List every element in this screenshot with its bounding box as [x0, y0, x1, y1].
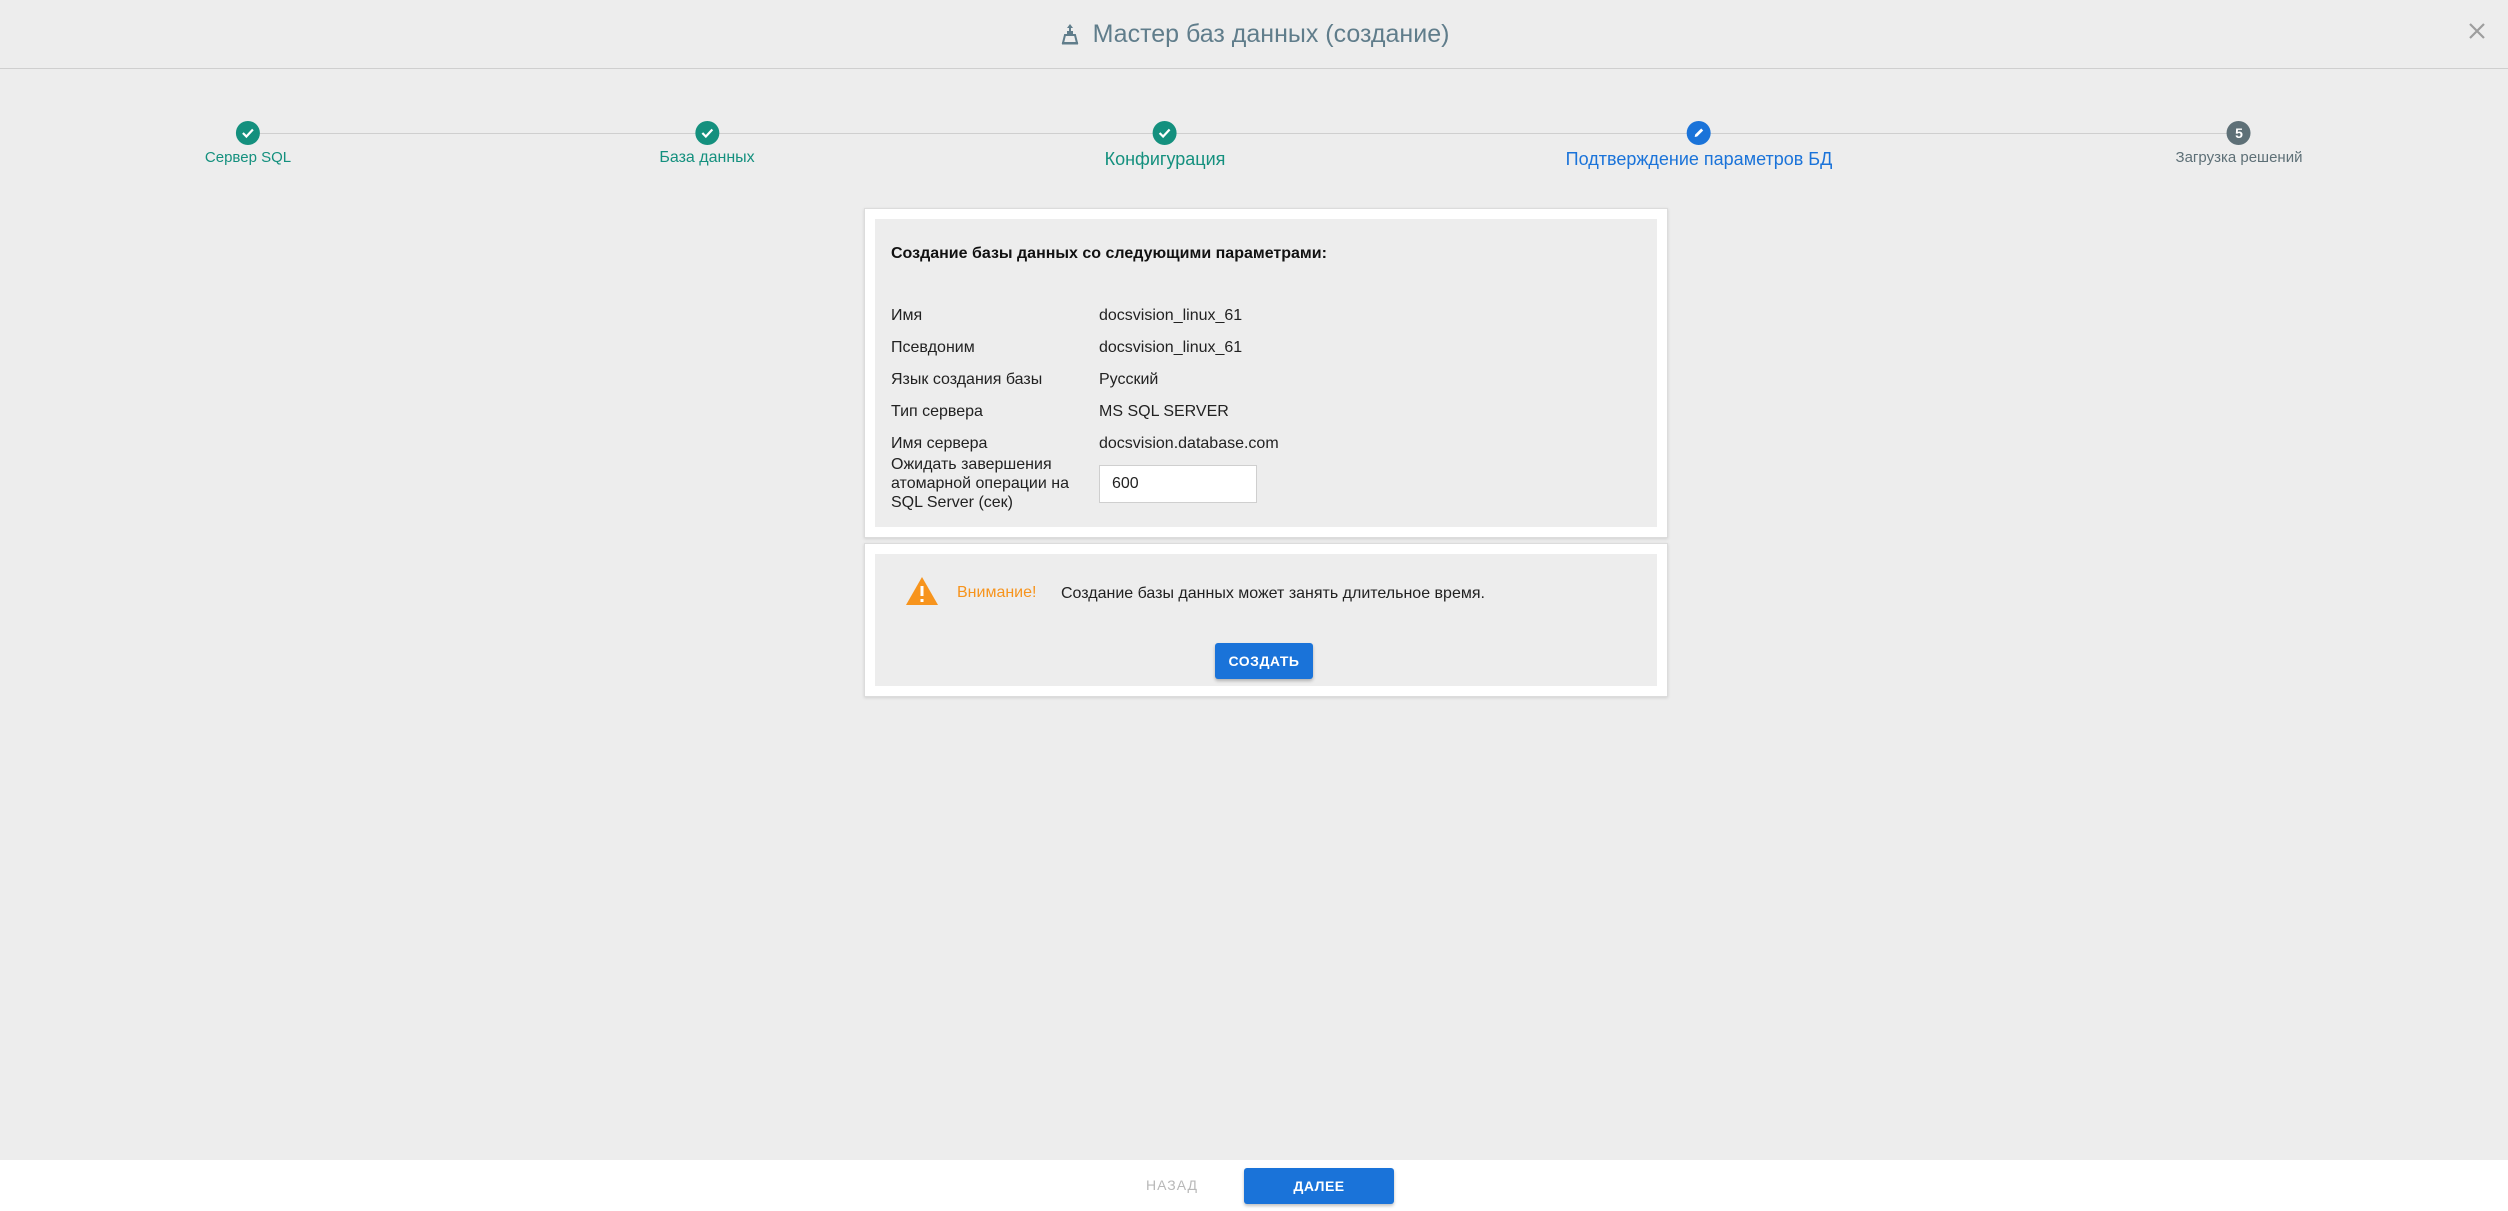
- edit-pencil-icon: [1687, 121, 1711, 145]
- back-button[interactable]: НАЗАД: [1140, 1176, 1204, 1194]
- step-label: Подтверждение параметров БД: [1565, 149, 1833, 169]
- param-key: Псевдоним: [891, 339, 975, 356]
- step-confirm-params[interactable]: Подтверждение параметров БД: [1565, 121, 1833, 170]
- params-card: Создание базы данных со следующими парам…: [864, 208, 1668, 538]
- param-value: Русский: [1099, 371, 1159, 388]
- step-label: Загрузка решений: [2175, 149, 2303, 166]
- timeout-row: Ожидать завершения атомарной операции на…: [891, 455, 1257, 512]
- param-key: Тип сервера: [891, 403, 983, 420]
- warning-panel: Внимание! Создание базы данных может зан…: [875, 554, 1657, 686]
- param-key: Имя сервера: [891, 435, 988, 452]
- step-sql-server[interactable]: Сервер SQL: [205, 121, 291, 166]
- wizard-icon: [1059, 22, 1081, 46]
- check-icon: [695, 121, 719, 145]
- step-number: 5: [2227, 121, 2251, 145]
- step-label: Сервер SQL: [204, 149, 292, 166]
- param-value: docsvision.database.com: [1099, 435, 1279, 452]
- stepper-line: [248, 133, 2240, 134]
- wizard-stepper: Сервер SQL База данных Конфигурация Подт…: [0, 118, 2508, 178]
- param-row: Язык создания базы Русский: [891, 371, 1158, 389]
- dialog-footer: НАЗАД ДАЛЕЕ: [0, 1160, 2508, 1211]
- title-wrap: Мастер баз данных (создание): [1059, 19, 1450, 49]
- step-label: База данных: [659, 149, 755, 166]
- check-icon: [1152, 121, 1177, 145]
- timeout-input[interactable]: [1099, 464, 1257, 503]
- close-icon[interactable]: [2460, 14, 2494, 48]
- create-button[interactable]: СОЗДАТЬ: [1215, 643, 1313, 679]
- param-key: Язык создания базы: [891, 371, 1043, 388]
- check-icon: [236, 121, 260, 145]
- param-value: docsvision_linux_61: [1099, 307, 1243, 324]
- param-row: Имя сервера docsvision.database.com: [891, 435, 1279, 453]
- dialog-header: Мастер баз данных (создание): [0, 0, 2508, 69]
- warning-text: Создание базы данных может занять длител…: [1061, 585, 1485, 602]
- param-value: docsvision_linux_61: [1099, 339, 1243, 356]
- param-row: Псевдоним docsvision_linux_61: [891, 339, 1242, 357]
- step-configuration[interactable]: Конфигурация: [1104, 121, 1226, 170]
- param-value: MS SQL SERVER: [1099, 403, 1229, 420]
- params-heading: Создание базы данных со следующими парам…: [891, 245, 1327, 262]
- warning-label: Внимание!: [957, 584, 1037, 601]
- page-title: Мастер баз данных (создание): [1092, 19, 1450, 48]
- warning-icon: [905, 576, 939, 606]
- param-key: Имя: [891, 307, 923, 324]
- step-label: Конфигурация: [1104, 149, 1226, 169]
- timeout-label: Ожидать завершения атомарной операции на…: [891, 456, 1069, 511]
- param-row: Имя docsvision_linux_61: [891, 307, 1242, 325]
- param-row: Тип сервера MS SQL SERVER: [891, 403, 1229, 421]
- step-load-solutions[interactable]: 5 Загрузка решений: [2175, 121, 2303, 166]
- params-panel: Создание базы данных со следующими парам…: [875, 219, 1657, 527]
- warning-card: Внимание! Создание базы данных может зан…: [864, 543, 1668, 697]
- step-database[interactable]: База данных: [659, 121, 755, 167]
- next-button[interactable]: ДАЛЕЕ: [1244, 1168, 1394, 1204]
